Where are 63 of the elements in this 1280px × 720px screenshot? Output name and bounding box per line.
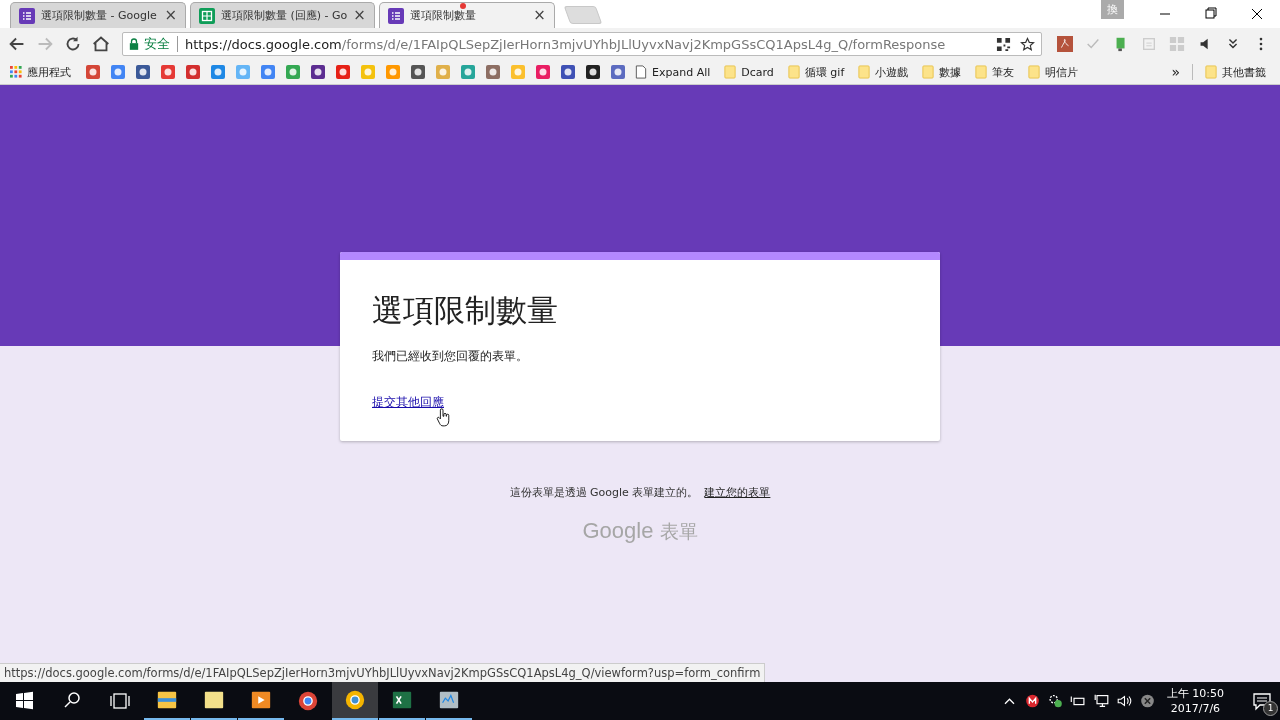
folder-icon: [922, 65, 935, 79]
page-icon: [635, 65, 647, 79]
browser-icon: [344, 689, 366, 711]
folder-icon: [787, 65, 800, 79]
close-tab-button[interactable]: ×: [353, 8, 366, 23]
folder-bookmark[interactable]: 明信片: [1028, 64, 1079, 80]
other-bookmarks-folder[interactable]: 其他書籤: [1205, 64, 1266, 80]
folder-icon: [975, 65, 988, 79]
close-tab-button[interactable]: ×: [164, 8, 177, 23]
folder-bookmark[interactable]: 小遊戲: [858, 64, 909, 80]
form-icon: [19, 7, 35, 24]
form-icon: [387, 7, 404, 24]
browser-tab[interactable]: 選項限制數量 ×: [378, 2, 555, 28]
clock-date: 2017/7/6: [1170, 701, 1221, 716]
bookmark-icon[interactable]: [560, 64, 576, 80]
folder-bookmark[interactable]: 筆友: [975, 64, 1015, 80]
tab-title: 選項限制數量: [409, 8, 477, 23]
apps-bookmark[interactable]: 應用程式: [10, 64, 71, 80]
create-form-link[interactable]: 建立您的表單: [704, 485, 771, 500]
status-url: https://docs.google.com/forms/d/e/1FAIpQLSepZjIerHorn3mjvUYhbJLlUyvxNavj2KmpGSsCQ1ApsL4g_Q/viewform?usp=form_confirm: [0, 663, 766, 682]
clock-time: 上午 10:50: [1166, 686, 1224, 701]
note-icon: [203, 689, 225, 711]
close-tab-button[interactable]: ×: [533, 8, 546, 23]
tab-title: 選項限制數量 - Google: [41, 8, 158, 23]
more-bookmarks-button[interactable]: »: [1171, 64, 1180, 80]
browser-icon: [297, 690, 319, 712]
apps-grid-icon: [10, 65, 22, 79]
play-icon: [250, 689, 272, 711]
lock-icon: [129, 38, 139, 50]
bookmark-icon[interactable]: [135, 64, 151, 80]
footer-text: 這份表單是透過 Google 表單建立的。: [509, 485, 699, 500]
browser-tab[interactable]: 選項限制數量 (回應) - Go ×: [190, 2, 375, 28]
qr-code-icon[interactable]: [996, 36, 1011, 52]
address-bar[interactable]: 安全 https://docs.google.com/forms/d/e/1FAIpQLSepZjIerHorn3mjvUYhbJLlUyvxNavj2KmpGSsCQ1ApsL4g_Q/formResponse: [122, 32, 1042, 56]
confirmation-message: 我們已經收到您回覆的表單。: [372, 348, 529, 365]
folder-icon: [724, 65, 737, 79]
folder-icon: [156, 689, 178, 711]
notification-count: 1: [1263, 701, 1278, 716]
tab-title: 選項限制數量 (回應) - Go: [221, 8, 348, 23]
folder-icon: [1205, 65, 1217, 79]
spreadsheet-icon: [391, 689, 413, 711]
star-icon[interactable]: [1020, 36, 1035, 52]
canary-taskbar-button[interactable]: [332, 682, 378, 720]
folder-icon: [858, 65, 871, 79]
page-bookmark[interactable]: Expand All: [635, 65, 711, 79]
bookmark-icon[interactable]: [310, 64, 326, 80]
folder-bookmark[interactable]: 數據: [922, 64, 962, 80]
bookmark-icon[interactable]: [410, 64, 426, 80]
folder-icon: [1028, 65, 1041, 79]
message-icon: [1252, 691, 1272, 711]
folder-bookmark[interactable]: 循環 gif: [787, 64, 845, 80]
monitor-icon: [438, 689, 460, 711]
bookmark-icon[interactable]: [585, 64, 601, 80]
folder-bookmark[interactable]: Dcard: [724, 65, 774, 79]
security-label: 安全: [144, 35, 170, 53]
form-title: 選項限制數量: [372, 291, 559, 330]
browser-tab[interactable]: 選項限制數量 - Google ×: [10, 2, 186, 28]
url-text: https://docs.google.com/forms/d/e/1FAIpQLSepZjIerHorn3mjvUYhbJLlUyvxNavj2KmpGSsCQ1ApsL4g_Q/formResponse: [185, 36, 947, 52]
sheet-icon: [199, 7, 215, 24]
action-center-button[interactable]: 1: [1244, 682, 1280, 720]
submit-another-link[interactable]: 提交其他回應: [372, 395, 444, 409]
clock[interactable]: 上午 10:50 2017/7/6: [1166, 686, 1224, 716]
hand-cursor-icon: [436, 408, 450, 428]
